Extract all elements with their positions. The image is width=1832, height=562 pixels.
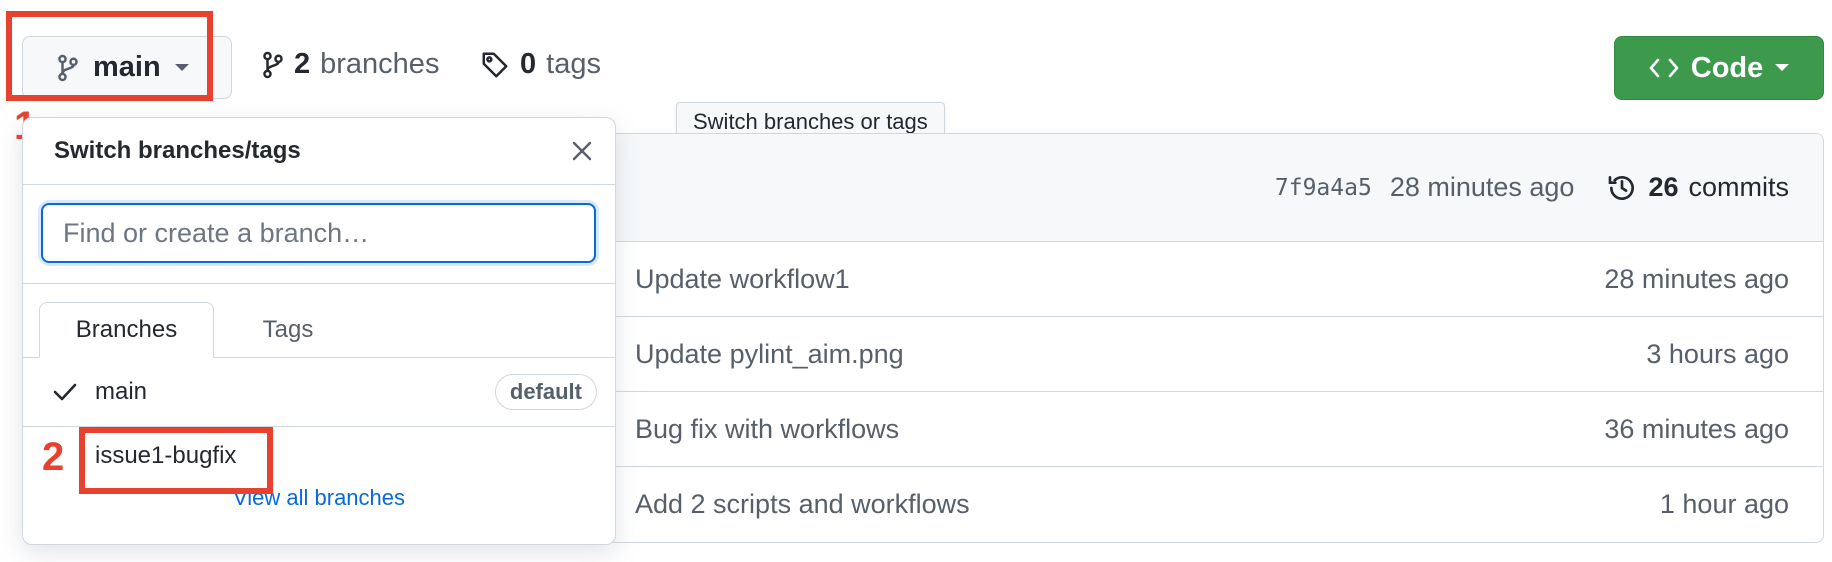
commit-time: 28 minutes ago (1389, 172, 1575, 202)
branch-item-label: main (95, 378, 148, 405)
annotation-number-2: 2 (42, 435, 65, 479)
branch-filter-input[interactable] (41, 203, 596, 263)
branches-link[interactable]: 2 branches (262, 48, 439, 81)
tags-count: 0 (520, 48, 537, 80)
commits-label: commits (1688, 172, 1790, 202)
dropdown-header: Switch branches/tags (23, 118, 615, 185)
commits-count: 26 (1648, 172, 1679, 202)
check-icon (53, 382, 95, 402)
git-branch-icon (262, 51, 284, 79)
code-button-label: Code (1690, 51, 1764, 84)
file-row: Update pylint_aim.png 3 hours ago (601, 317, 1823, 392)
commit-sha-link[interactable]: 7f9a4a5 (1275, 175, 1372, 201)
code-icon (1649, 57, 1679, 79)
commit-age: 3 hours ago (1646, 338, 1789, 369)
commit-message[interactable]: Update workflow1 (635, 264, 850, 295)
dropdown-title: Switch branches/tags (54, 137, 301, 164)
default-badge: default (494, 374, 597, 410)
tags-label: tags (546, 48, 601, 80)
annotation-box-1 (6, 11, 213, 101)
commit-message[interactable]: Add 2 scripts and workflows (635, 489, 970, 520)
commit-age: 36 minutes ago (1604, 413, 1789, 444)
branches-count: 2 (294, 48, 311, 80)
file-row: Bug fix with workflows 36 minutes ago (601, 392, 1823, 467)
tag-icon (480, 50, 510, 80)
tags-link[interactable]: 0 tags (480, 48, 601, 81)
history-icon (1606, 172, 1638, 204)
commit-age: 1 hour ago (1659, 488, 1789, 519)
dropdown-tabs: Branches Tags (23, 284, 615, 358)
caret-down-icon (1775, 64, 1790, 72)
file-list-panel: 7f9a4a5 28 minutes ago 26 commits Update… (600, 133, 1824, 543)
branches-label: branches (320, 48, 440, 80)
close-icon[interactable] (571, 140, 593, 162)
file-row: Add 2 scripts and workflows 1 hour ago (601, 467, 1823, 541)
file-row: Update workflow1 28 minutes ago (601, 242, 1823, 317)
latest-commit-bar: 7f9a4a5 28 minutes ago 26 commits (601, 134, 1823, 242)
commit-message[interactable]: Bug fix with workflows (635, 414, 899, 445)
commit-age: 28 minutes ago (1604, 263, 1789, 294)
annotation-box-2 (79, 427, 273, 494)
branch-item-main[interactable]: main default (23, 358, 615, 427)
commit-message[interactable]: Update pylint_aim.png (635, 339, 904, 370)
commits-link[interactable]: 26 commits (1606, 172, 1789, 204)
dropdown-filter (23, 185, 615, 284)
code-button[interactable]: Code (1614, 36, 1824, 100)
tab-tags[interactable]: Tags (228, 302, 348, 358)
tab-branches[interactable]: Branches (39, 302, 214, 358)
